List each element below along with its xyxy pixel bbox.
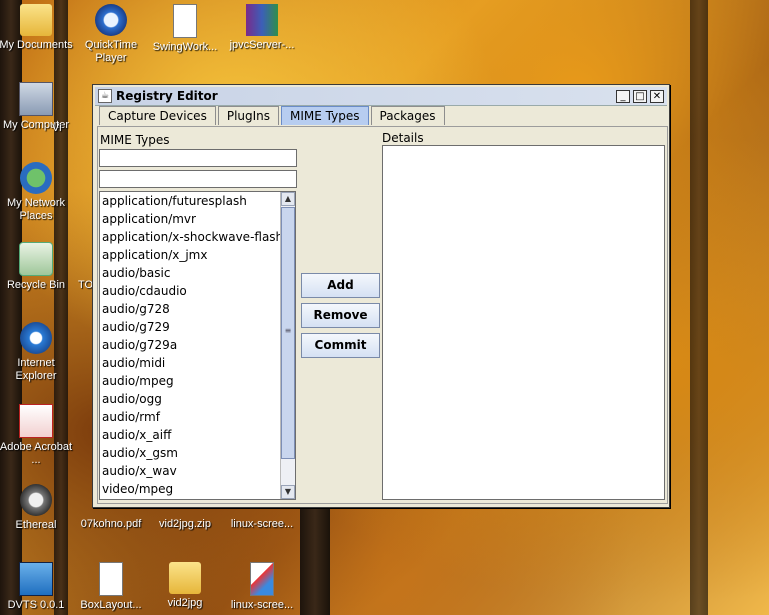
- desktop-icon-vid2jpg[interactable]: vid2jpg: [147, 562, 223, 610]
- desktop-icon-boxlayout[interactable]: BoxLayout...: [73, 562, 149, 612]
- java-app-icon: ☕: [98, 89, 112, 103]
- recycle-bin-icon: [19, 242, 53, 276]
- tab-capture-devices[interactable]: Capture Devices: [99, 106, 216, 125]
- dvts-icon: [19, 562, 53, 596]
- desktop-icon-label: jpvcServer-...: [229, 39, 295, 51]
- ethereal-icon: [20, 484, 52, 516]
- desktop-icon-label: BoxLayout...: [80, 599, 142, 611]
- commit-button[interactable]: Commit: [301, 333, 380, 358]
- remove-button[interactable]: Remove: [301, 303, 380, 328]
- desktop-icon-label: My Network Places: [6, 197, 66, 222]
- list-item[interactable]: audio/ogg: [100, 390, 295, 408]
- list-item[interactable]: audio/g728: [100, 300, 295, 318]
- desktop-icon-linux-screen-1[interactable]: linux-scree...: [224, 518, 300, 531]
- desktop-icon-label: QuickTime Player: [84, 39, 138, 64]
- network-icon: [20, 162, 52, 194]
- list-item[interactable]: audio/cdaudio: [100, 282, 295, 300]
- desktop-icon-quicktime[interactable]: QuickTime Player: [73, 4, 149, 65]
- desktop-icon-recycle-bin[interactable]: Recycle Bin: [0, 242, 74, 292]
- scroll-down-arrow-icon[interactable]: ▼: [281, 485, 295, 499]
- desktop-icon-internet-explorer[interactable]: Internet Explorer: [0, 322, 74, 383]
- maximize-button[interactable]: □: [633, 89, 647, 103]
- desktop-icon-swingwork[interactable]: SwingWork...: [147, 4, 223, 54]
- desktop-icon-partial-vi[interactable]: Vi: [52, 122, 92, 135]
- acrobat-icon: [19, 404, 53, 438]
- mime-types-list[interactable]: application/futuresplash application/mvr a…: [99, 191, 296, 500]
- tab-mime-types[interactable]: MIME Types: [281, 106, 369, 125]
- list-item[interactable]: video/mpeg: [100, 480, 295, 498]
- desktop-icon-adobe-acrobat[interactable]: Adobe Acrobat ...: [0, 404, 74, 467]
- desktop-icon-label: Recycle Bin: [6, 279, 66, 291]
- desktop-icon-label: SwingWork...: [152, 41, 218, 53]
- computer-icon: [19, 82, 53, 116]
- list-item[interactable]: application/x-shockwave-flash: [100, 228, 295, 246]
- list-item[interactable]: application/x_jmx: [100, 246, 295, 264]
- list-item[interactable]: application/mvr: [100, 210, 295, 228]
- tree-trunk: [690, 0, 708, 615]
- desktop-icon-dvts[interactable]: DVTS 0.0.1: [0, 562, 74, 612]
- add-button[interactable]: Add: [301, 273, 380, 298]
- desktop-icon-jpvcserver[interactable]: jpvcServer-...: [224, 4, 300, 52]
- desktop-icon-label: Adobe Acrobat ...: [0, 441, 73, 466]
- desktop-icon-label: Internet Explorer: [15, 357, 57, 382]
- desktop-icon-label: Ethereal: [15, 519, 57, 531]
- list-scrollbar[interactable]: ▲ ≡ ▼: [280, 192, 295, 499]
- title-bar[interactable]: ☕ Registry Editor _ □ ✕: [95, 87, 667, 106]
- desktop-icon-label: vid2jpg: [167, 597, 203, 609]
- desktop-icon-my-documents[interactable]: My Documents: [0, 4, 74, 52]
- mime-types-heading: MIME Types: [100, 133, 170, 147]
- tab-plugins[interactable]: PlugIns: [217, 106, 280, 125]
- window-title: Registry Editor: [116, 89, 218, 103]
- image-file-icon: [250, 562, 274, 596]
- tree-trunk: [300, 506, 330, 615]
- mime-type-input[interactable]: [99, 149, 297, 167]
- list-item[interactable]: audio/mpeg: [100, 372, 295, 390]
- desktop-icon-label: Vi: [52, 122, 62, 134]
- registry-editor-window: ☕ Registry Editor _ □ ✕ Capture Devices …: [92, 84, 670, 508]
- desktop-icon-vid2jpg-zip[interactable]: vid2jpg.zip: [147, 518, 223, 531]
- desktop-icon-ethereal[interactable]: Ethereal: [0, 484, 74, 532]
- desktop-icon-label: linux-scree...: [230, 599, 294, 611]
- desktop-icon-label: 07kohno.pdf: [80, 518, 142, 530]
- list-item[interactable]: audio/g729a: [100, 336, 295, 354]
- close-button[interactable]: ✕: [650, 89, 664, 103]
- desktop-icon-label: DVTS 0.0.1: [7, 599, 65, 611]
- minimize-button[interactable]: _: [616, 89, 630, 103]
- folder-icon: [20, 4, 52, 36]
- document-icon: [99, 562, 123, 596]
- mime-extension-input[interactable]: [99, 170, 297, 188]
- quicktime-icon: [95, 4, 127, 36]
- tab-packages[interactable]: Packages: [370, 106, 445, 125]
- list-item[interactable]: audio/g729: [100, 318, 295, 336]
- document-icon: [173, 4, 197, 38]
- list-item[interactable]: audio/midi: [100, 354, 295, 372]
- details-heading: Details: [382, 131, 424, 145]
- list-item[interactable]: audio/basic: [100, 264, 295, 282]
- archive-icon: [246, 4, 278, 36]
- folder-icon: [169, 562, 201, 594]
- list-item[interactable]: audio/x_gsm: [100, 444, 295, 462]
- list-item[interactable]: audio/x_aiff: [100, 426, 295, 444]
- desktop-icon-linux-screen-2[interactable]: linux-scree...: [224, 562, 300, 612]
- list-item[interactable]: audio/rmf: [100, 408, 295, 426]
- details-area[interactable]: [382, 145, 665, 500]
- grip-icon: ≡: [284, 326, 292, 335]
- list-items-container: application/futuresplash application/mvr a…: [100, 192, 295, 498]
- tab-bar: Capture Devices PlugIns MIME Types Packa…: [99, 106, 447, 126]
- desktop-icon-network-places[interactable]: My Network Places: [0, 162, 74, 223]
- list-item[interactable]: audio/x_wav: [100, 462, 295, 480]
- scrollbar-thumb[interactable]: ≡: [281, 207, 295, 459]
- desktop-icon-label: linux-scree...: [230, 518, 294, 530]
- desktop-icon-label: vid2jpg.zip: [159, 518, 211, 530]
- internet-explorer-icon: [20, 322, 52, 354]
- list-item[interactable]: application/futuresplash: [100, 192, 295, 210]
- scroll-up-arrow-icon[interactable]: ▲: [281, 192, 295, 206]
- mime-types-panel: MIME Types application/futuresplash appli…: [97, 126, 668, 504]
- desktop-icon-label: My Documents: [0, 39, 73, 51]
- desktop-icon-07kohno-pdf[interactable]: 07kohno.pdf: [73, 518, 149, 531]
